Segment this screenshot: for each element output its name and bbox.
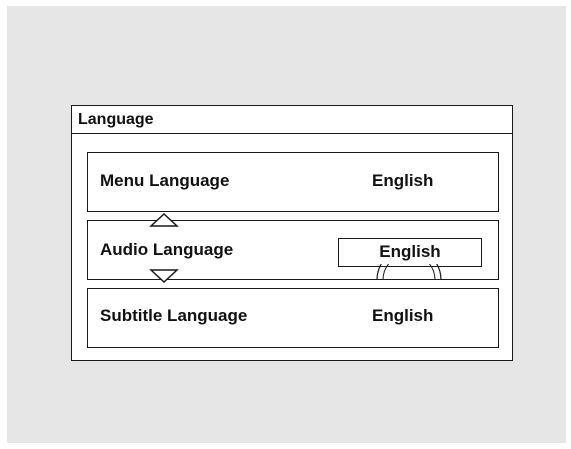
rotary-dial-icon	[376, 264, 442, 280]
audio-language-value-selector[interactable]: English	[338, 238, 482, 267]
menu-language-row[interactable]: Menu Language English	[87, 152, 499, 212]
subtitle-language-value: English	[372, 306, 434, 325]
audio-language-label: Audio Language	[100, 240, 234, 259]
language-panel: Language Menu Language English Audio Lan…	[71, 105, 513, 361]
scroll-down-arrow-icon[interactable]	[149, 269, 179, 283]
scroll-up-arrow-icon[interactable]	[149, 213, 179, 227]
screen-background: Language Menu Language English Audio Lan…	[7, 6, 566, 443]
menu-language-label: Menu Language	[100, 171, 230, 190]
menu-language-value: English	[372, 171, 434, 190]
panel-title: Language	[72, 106, 512, 134]
subtitle-language-label: Subtitle Language	[100, 306, 248, 325]
subtitle-language-row[interactable]: Subtitle Language English	[87, 288, 499, 348]
